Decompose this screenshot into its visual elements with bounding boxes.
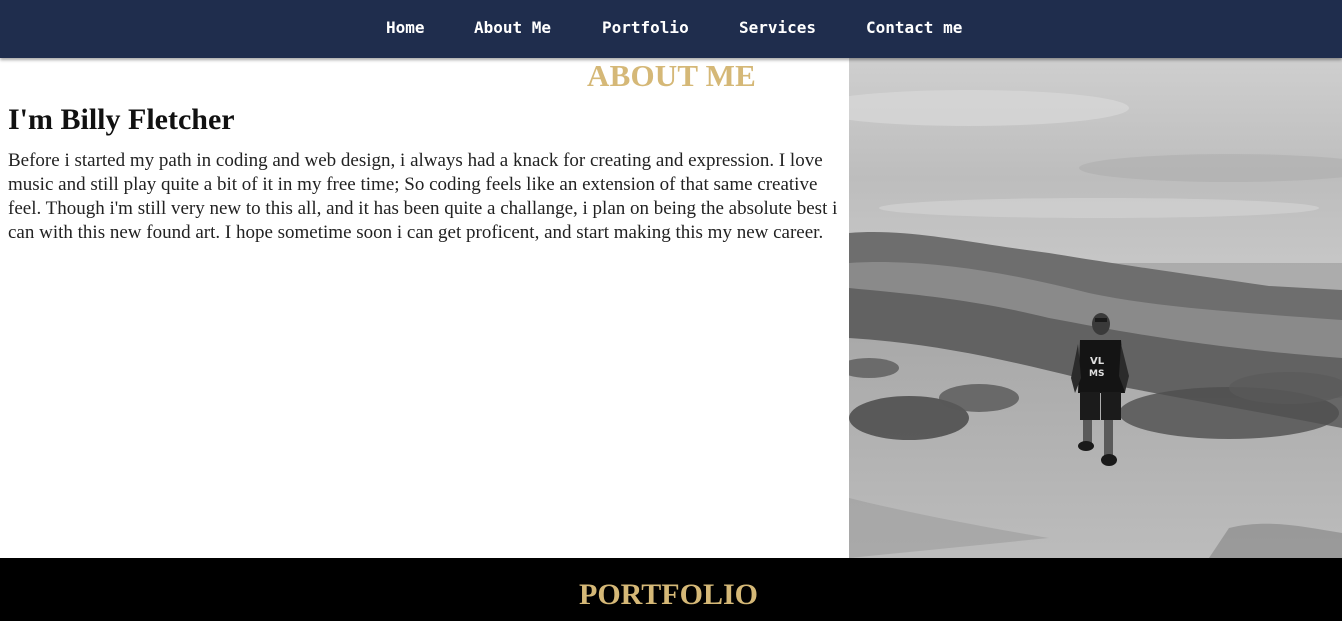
nav-about-me-link[interactable]: About Me [474, 19, 551, 37]
about-heading: ABOUT ME [587, 58, 756, 93]
name-heading: I'm Billy Fletcher [8, 103, 235, 136]
about-paragraph: Before i started my path in coding and w… [8, 150, 838, 243]
profile-photo: VL MS [849, 58, 1342, 558]
svg-text:MS: MS [1089, 369, 1104, 379]
nav-contact-me-link[interactable]: Contact me [866, 19, 962, 37]
nav-services-link[interactable]: Services [739, 19, 816, 37]
portfolio-heading: PORTFOLIO [579, 578, 758, 611]
portfolio-section: PORTFOLIO [0, 558, 1342, 621]
shirt-print: VL [1090, 356, 1105, 367]
top-navbar: Home About Me Portfolio Services Contact… [0, 0, 1342, 58]
nav-portfolio-link[interactable]: Portfolio [602, 19, 689, 37]
nav-home-link[interactable]: Home [386, 19, 425, 37]
